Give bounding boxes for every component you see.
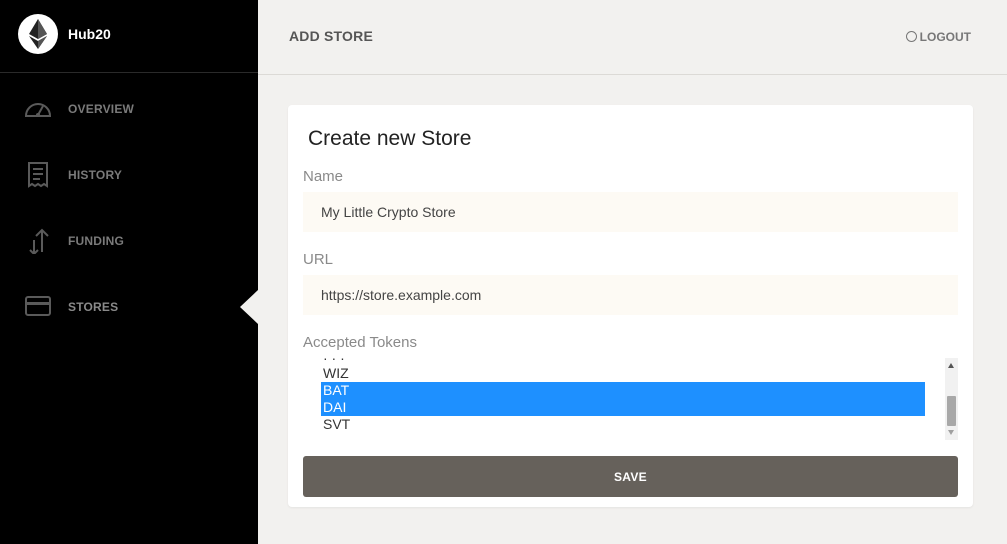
speedometer-icon: [24, 94, 52, 122]
sidebar-item-funding[interactable]: FUNDING: [0, 220, 258, 260]
sidebar-item-stores[interactable]: STORES: [0, 286, 258, 326]
credit-card-icon: [24, 292, 52, 320]
token-list-scrollbar[interactable]: [945, 358, 958, 440]
sidebar-item-label: HISTORY: [68, 168, 123, 182]
page-title: ADD STORE: [289, 28, 373, 44]
name-input[interactable]: [303, 192, 958, 232]
card-title: Create new Store: [308, 127, 472, 150]
ethereum-logo-icon[interactable]: [18, 14, 58, 54]
sidebar-item-label: OVERVIEW: [68, 102, 135, 116]
url-input[interactable]: [303, 275, 958, 315]
brand: Hub20: [0, 0, 258, 73]
top-header: ADD STORE LOGOUT: [258, 0, 1007, 75]
active-nav-indicator: [240, 290, 258, 324]
accepted-tokens-label: Accepted Tokens: [303, 334, 417, 351]
transfer-arrows-icon: [24, 226, 52, 256]
sidebar: Hub20 OVERVIEW HISTORY FUNDING STORES: [0, 0, 258, 544]
app-name[interactable]: Hub20: [68, 26, 111, 42]
save-button[interactable]: SAVE: [303, 456, 958, 497]
sidebar-item-label: FUNDING: [68, 234, 125, 248]
accepted-tokens-select[interactable]: · · · WIZ BAT DAI SVT: [303, 358, 958, 440]
url-label: URL: [303, 251, 334, 268]
create-store-card: Create new Store Name URL Accepted Token…: [288, 105, 973, 507]
token-option-dai[interactable]: DAI: [321, 399, 925, 416]
sidebar-item-overview[interactable]: OVERVIEW: [0, 88, 258, 128]
token-option-bat[interactable]: BAT: [321, 382, 925, 399]
sidebar-item-label: STORES: [68, 300, 119, 314]
power-icon: [905, 31, 917, 42]
logout-label: LOGOUT: [919, 30, 971, 44]
token-option-wiz[interactable]: WIZ: [321, 365, 925, 382]
sidebar-item-history[interactable]: HISTORY: [0, 154, 258, 194]
scroll-thumb[interactable]: [947, 396, 956, 426]
logout-button[interactable]: LOGOUT: [905, 30, 971, 44]
token-option-svt[interactable]: SVT: [321, 416, 925, 433]
scroll-up-icon[interactable]: [948, 363, 954, 368]
receipt-icon: [24, 160, 52, 188]
name-label: Name: [303, 168, 344, 185]
scroll-down-icon[interactable]: [948, 430, 954, 435]
